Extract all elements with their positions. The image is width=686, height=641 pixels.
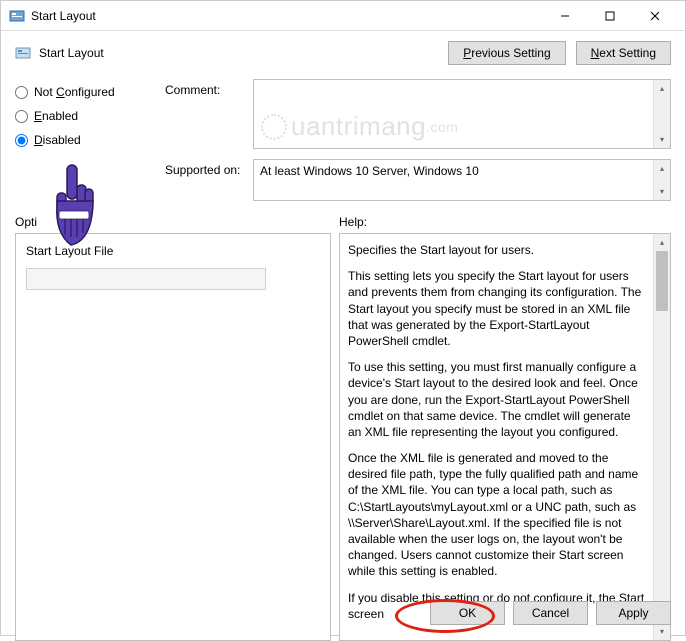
supported-field: At least Windows 10 Server, Windows 10 ▴… [253, 159, 671, 201]
header-row: Start Layout Previous Setting Next Setti… [1, 31, 685, 71]
help-scrollbar[interactable]: ▴ ▾ [653, 234, 670, 640]
scroll-down-icon[interactable]: ▾ [654, 623, 670, 640]
close-button[interactable] [632, 2, 677, 30]
state-radio-group: Not Configured Enabled Disabled [15, 79, 155, 211]
options-panel: Start Layout File [15, 233, 331, 641]
previous-setting-button[interactable]: Previous Setting [448, 41, 565, 65]
supported-label: Supported on: [165, 159, 253, 201]
window-title: Start Layout [31, 9, 542, 23]
comment-field[interactable]: ▴ ▾ [253, 79, 671, 149]
scroll-up-icon[interactable]: ▴ [654, 160, 670, 177]
minimize-button[interactable] [542, 2, 587, 30]
help-label: Help: [339, 215, 671, 233]
apply-button[interactable]: Apply [596, 601, 671, 625]
supported-scrollbar[interactable]: ▴ ▾ [653, 160, 670, 200]
scroll-down-icon[interactable]: ▾ [654, 131, 670, 148]
policy-icon [15, 45, 31, 61]
page-title: Start Layout [39, 46, 448, 60]
options-label: Opti [15, 215, 331, 233]
maximize-button[interactable] [587, 2, 632, 30]
scroll-up-icon[interactable]: ▴ [654, 80, 670, 97]
scroll-down-icon[interactable]: ▾ [654, 183, 670, 200]
start-layout-file-input[interactable] [26, 268, 266, 290]
dialog-footer: OK Cancel Apply [430, 601, 671, 625]
supported-text: At least Windows 10 Server, Windows 10 [254, 160, 653, 200]
ok-button[interactable]: OK [430, 601, 505, 625]
scroll-up-icon[interactable]: ▴ [654, 234, 670, 251]
option-field-label: Start Layout File [26, 244, 320, 258]
titlebar: Start Layout [1, 1, 685, 31]
radio-not-configured[interactable]: Not Configured [15, 85, 155, 99]
cancel-button[interactable]: Cancel [513, 601, 588, 625]
next-setting-button[interactable]: Next Setting [576, 41, 671, 65]
help-text: Specifies the Start layout for users. Th… [340, 234, 653, 640]
radio-disabled[interactable]: Disabled [15, 133, 155, 147]
help-panel: Specifies the Start layout for users. Th… [339, 233, 671, 641]
radio-enabled[interactable]: Enabled [15, 109, 155, 123]
scroll-thumb[interactable] [656, 251, 668, 311]
app-icon [9, 8, 25, 24]
comment-scrollbar[interactable]: ▴ ▾ [653, 80, 670, 148]
comment-label: Comment: [165, 79, 253, 149]
